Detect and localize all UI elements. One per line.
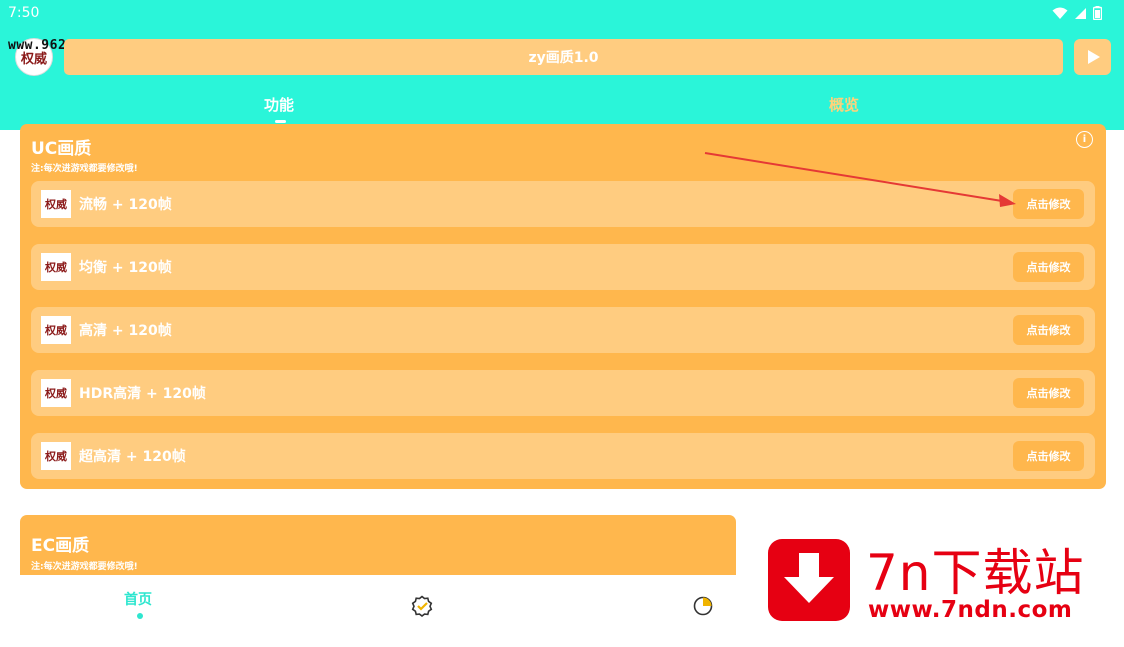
- list-item: 权威 高清 + 120帧 点击修改: [31, 307, 1095, 353]
- app-header: 7:50 权威 www.962.NET zy画质1.0 功能 概览: [0, 0, 1124, 130]
- tab-overview[interactable]: 概览: [829, 94, 859, 115]
- list-item: 权威 HDR高清 + 120帧 点击修改: [31, 370, 1095, 416]
- list-item: 权威 流畅 + 120帧 点击修改: [31, 181, 1095, 227]
- row-label: 均衡 + 120帧: [79, 260, 172, 276]
- card-title: UC画质: [31, 139, 92, 159]
- app-title: zy画质1.0: [528, 50, 599, 66]
- tab-active-indicator: [275, 120, 286, 123]
- row-logo-text: 权威: [45, 387, 67, 400]
- row-label: 超高清 + 120帧: [79, 449, 186, 465]
- row-logo: 权威: [41, 379, 71, 407]
- status-bar: 7:50: [0, 0, 1124, 26]
- card-title: EC画质: [31, 536, 90, 556]
- row-logo: 权威: [41, 316, 71, 344]
- tab-functions[interactable]: 功能: [264, 94, 294, 115]
- card-note: 注:每次进游戏都要修改哦!: [31, 562, 138, 572]
- row-logo-text: 权威: [45, 450, 67, 463]
- uc-quality-card: UC画质 注:每次进游戏都要修改哦! i 权威 流畅 + 120帧 点击修改 权…: [20, 124, 1106, 489]
- app-title-bar: zy画质1.0: [64, 39, 1063, 75]
- row-logo-text: 权威: [45, 261, 67, 274]
- row-label: 高清 + 120帧: [79, 323, 172, 339]
- info-icon[interactable]: i: [1076, 131, 1093, 148]
- row-label: HDR高清 + 120帧: [79, 386, 206, 402]
- battery-icon: [1093, 6, 1102, 20]
- watermark-url: www.7ndn.com: [868, 597, 1073, 623]
- status-icons: [1052, 6, 1102, 20]
- nav-active-dot: [137, 613, 143, 619]
- watermark: 7n下载站 www.7ndn.com: [736, 503, 1124, 647]
- play-icon: [1087, 50, 1100, 64]
- modify-button[interactable]: 点击修改: [1013, 441, 1084, 471]
- modify-button[interactable]: 点击修改: [1013, 315, 1084, 345]
- nav-home[interactable]: 首页: [124, 589, 152, 609]
- list-item: 权威 均衡 + 120帧 点击修改: [31, 244, 1095, 290]
- watermark-title: 7n下载站: [866, 544, 1085, 602]
- modify-button[interactable]: 点击修改: [1013, 378, 1084, 408]
- pie-chart-icon[interactable]: [692, 595, 714, 617]
- list-item: 权威 超高清 + 120帧 点击修改: [31, 433, 1095, 479]
- row-logo: 权威: [41, 253, 71, 281]
- row-logo-text: 权威: [45, 198, 67, 211]
- status-time: 7:50: [8, 5, 40, 21]
- signal-icon: [1075, 7, 1086, 19]
- row-label: 流畅 + 120帧: [79, 197, 172, 213]
- row-logo: 权威: [41, 442, 71, 470]
- modify-button[interactable]: 点击修改: [1013, 252, 1084, 282]
- play-button[interactable]: [1074, 39, 1111, 75]
- modify-button[interactable]: 点击修改: [1013, 189, 1084, 219]
- ec-quality-card: EC画质 注:每次进游戏都要修改哦!: [20, 515, 736, 575]
- wifi-icon: [1052, 7, 1068, 19]
- download-logo-icon: [768, 539, 850, 621]
- row-logo: 权威: [41, 190, 71, 218]
- badge-check-icon[interactable]: [411, 595, 433, 617]
- row-logo-text: 权威: [45, 324, 67, 337]
- card-note: 注:每次进游戏都要修改哦!: [31, 164, 138, 174]
